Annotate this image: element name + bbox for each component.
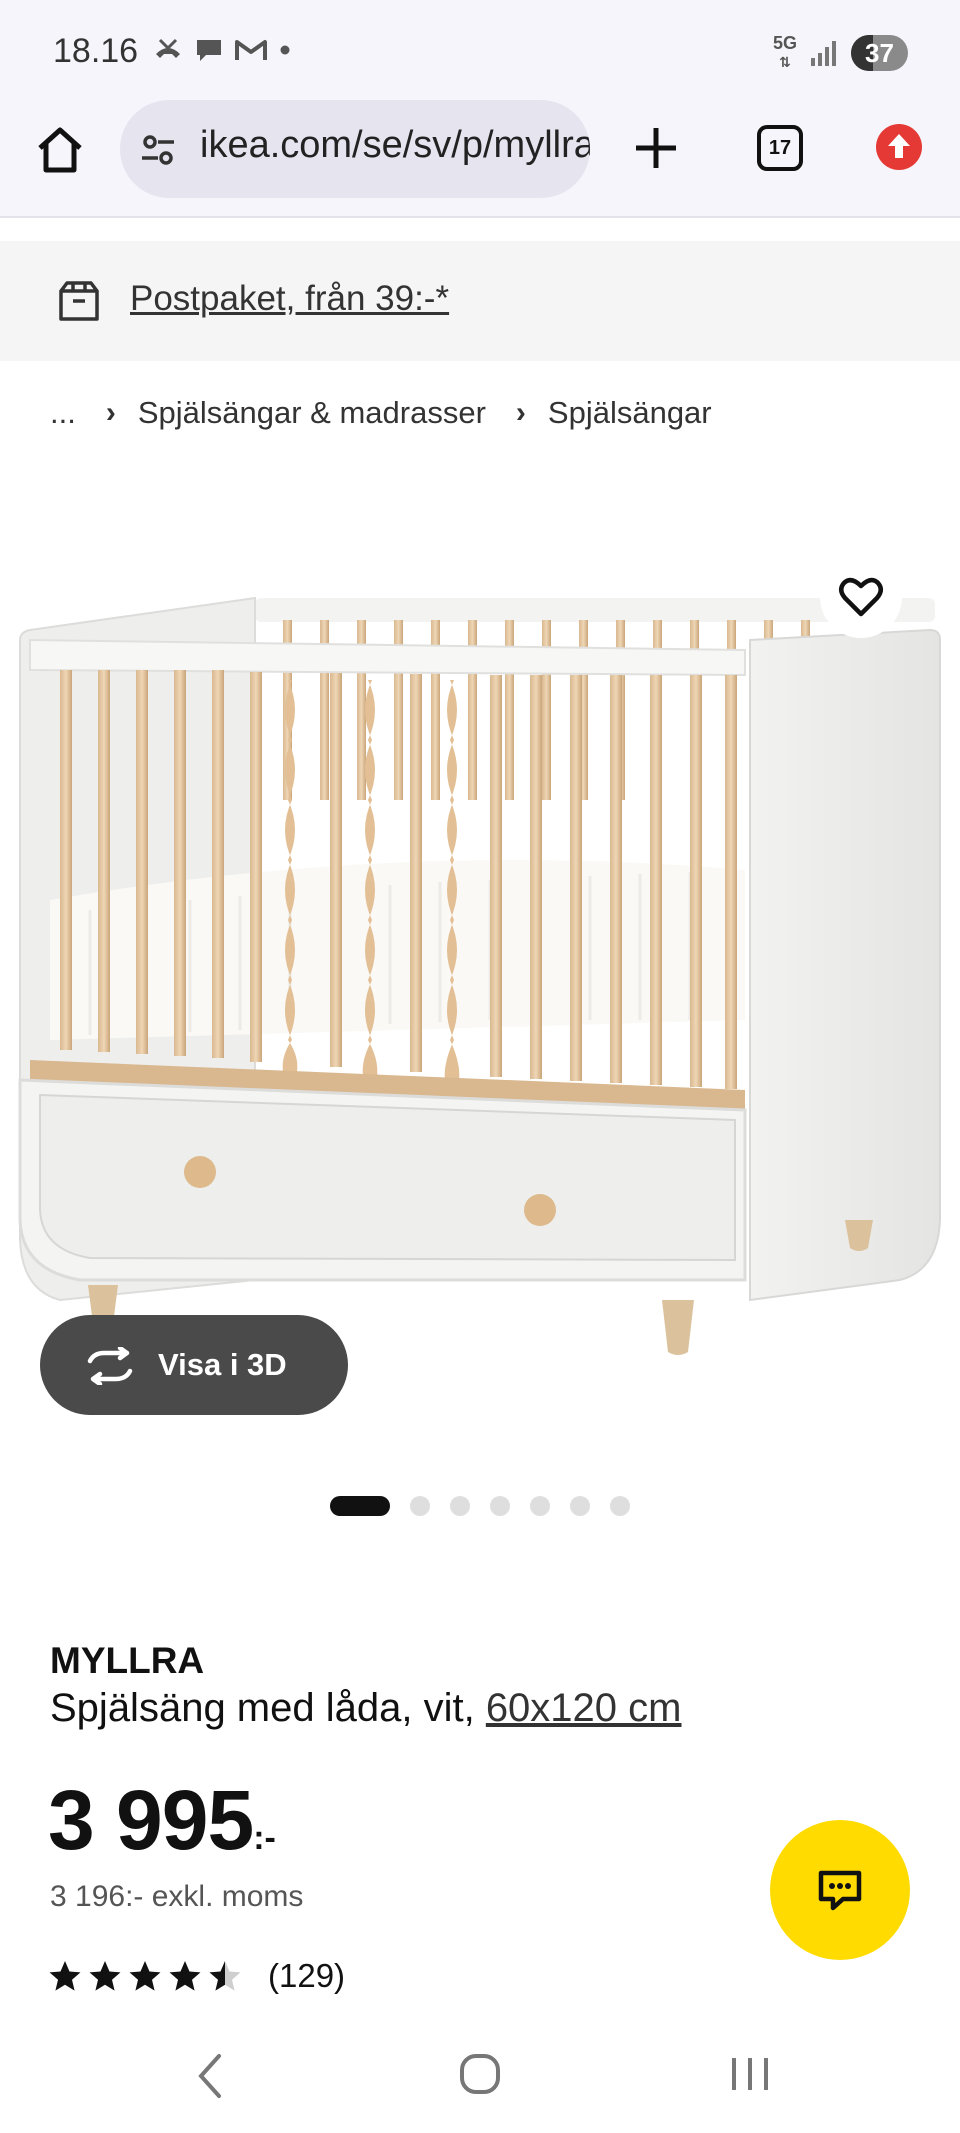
new-tab-plus-icon	[636, 128, 676, 168]
price-excl-vat: 3 196:- exkl. moms	[50, 1880, 304, 1913]
home-icon	[38, 127, 82, 173]
star-icon	[49, 1961, 81, 1991]
home-button[interactable]	[30, 120, 90, 180]
image-carousel-indicator	[330, 1496, 630, 1516]
favorite-button[interactable]	[820, 556, 902, 638]
address-bar[interactable]: ikea.com/se/sv/p/myllra-spjalsang-med-la…	[120, 100, 590, 198]
browser-toolbar: ikea.com/se/sv/p/myllra-spjalsang-med-la…	[0, 100, 960, 218]
product-description: Spjälsäng med låda, vit, 60x120 cm	[50, 1686, 681, 1731]
dot-icon	[280, 45, 290, 55]
breadcrumb-ellipsis[interactable]: ...	[50, 395, 76, 431]
rotate-3d-icon	[87, 1347, 133, 1385]
product-description-text: Spjälsäng med låda, vit,	[50, 1686, 486, 1730]
package-icon	[59, 281, 99, 321]
delivery-banner: Postpaket, från 39:-*	[0, 241, 960, 361]
star-half-icon	[209, 1961, 241, 1991]
carousel-dot[interactable]	[570, 1496, 590, 1516]
update-button[interactable]	[876, 124, 922, 170]
carousel-dot[interactable]	[490, 1496, 510, 1516]
product-price: 3 995:-	[48, 1772, 276, 1869]
rating-count: (129)	[268, 1957, 346, 1994]
home-nav-icon[interactable]	[458, 2052, 502, 2096]
breadcrumb-item-cribs-mattresses[interactable]: Spjälsängar & madrasser	[138, 395, 486, 431]
carousel-dot[interactable]	[610, 1496, 630, 1516]
carousel-dot[interactable]	[530, 1496, 550, 1516]
system-navigation-bar	[0, 2020, 960, 2133]
recent-apps-icon[interactable]	[728, 2054, 772, 2094]
battery-indicator: 37	[851, 34, 908, 71]
view-3d-button[interactable]: Visa i 3D	[40, 1315, 348, 1415]
star-icon	[129, 1961, 161, 1991]
status-notification-icons	[152, 34, 292, 66]
chat-bubble-icon	[197, 40, 221, 61]
product-image[interactable]	[0, 520, 960, 1370]
site-settings-icon[interactable]	[140, 132, 176, 168]
gmail-icon	[235, 40, 267, 60]
star-icon	[169, 1961, 201, 1991]
tabs-icon[interactable]: 17	[757, 125, 803, 171]
price-value: 3 995	[48, 1773, 254, 1867]
view-3d-label: Visa i 3D	[158, 1347, 287, 1382]
breadcrumb-item-cribs[interactable]: Spjälsängar	[548, 395, 712, 431]
breadcrumb: ... › Spjälsängar & madrasser › Spjälsän…	[50, 395, 712, 431]
new-tab-button[interactable]	[628, 120, 684, 176]
carousel-dot[interactable]	[410, 1496, 430, 1516]
update-icon	[888, 134, 910, 158]
carousel-dot[interactable]	[330, 1496, 390, 1516]
status-system-icons: 5G ⇅ 37	[773, 34, 908, 71]
status-bar: 18.16 5G ⇅ 37	[0, 0, 960, 100]
product-name: MYLLRA	[50, 1640, 205, 1681]
price-suffix: :-	[253, 1819, 276, 1857]
network-type: 5G ⇅	[772, 33, 797, 70]
missed-call-icon	[156, 38, 180, 58]
url-text[interactable]: ikea.com/se/sv/p/myllra-spjalsang-med-la…	[200, 124, 590, 167]
star-icon	[89, 1961, 121, 1991]
chat-icon	[818, 1870, 862, 1911]
status-time: 18.16	[53, 32, 139, 70]
chevron-right-icon: ›	[105, 396, 116, 429]
back-icon[interactable]	[195, 2052, 225, 2100]
signal-icon	[811, 40, 836, 66]
product-size-link[interactable]: 60x120 cm	[486, 1686, 682, 1730]
delivery-link[interactable]: Postpaket, från 39:-*	[130, 279, 449, 319]
chevron-right-icon: ›	[515, 396, 526, 429]
product-rating[interactable]: (129)	[48, 1957, 345, 1995]
carousel-dot[interactable]	[450, 1496, 470, 1516]
chat-button[interactable]	[770, 1820, 910, 1960]
heart-icon	[839, 577, 883, 617]
